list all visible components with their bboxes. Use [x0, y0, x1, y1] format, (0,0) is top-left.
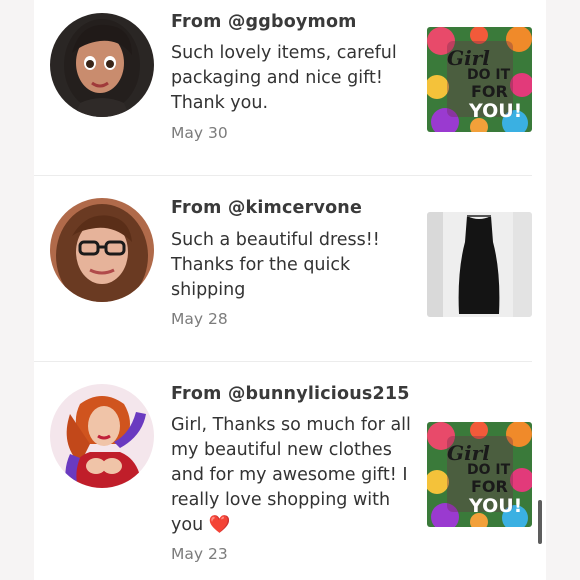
review-card: From @ggboymom Such lovely items, carefu… [50, 0, 532, 176]
art-line4: YOU! [468, 495, 522, 517]
review-username[interactable]: From @ggboymom [171, 12, 357, 32]
item-thumbnail[interactable]: Girl DO IT FOR YOU! [427, 27, 532, 132]
art-line4: YOU! [468, 100, 522, 122]
reviews-panel: From @ggboymom Such lovely items, carefu… [34, 0, 546, 580]
user-avatar[interactable] [50, 384, 154, 488]
review-card: From @bunnylicious215 Girl, Thanks so mu… [50, 362, 532, 580]
scrollbar-thumb[interactable] [538, 500, 542, 544]
review-text: Such a beautiful dress!! Thanks for the … [171, 230, 380, 300]
item-thumbnail[interactable]: Girl DO IT FOR YOU! [427, 422, 532, 527]
review-text: Girl, Thanks so much for all my beautifu… [171, 415, 411, 535]
user-avatar[interactable] [50, 13, 154, 117]
art-line2: DO IT [467, 462, 511, 478]
art-line3: FOR [471, 477, 508, 496]
review-username[interactable]: From @bunnylicious215 [171, 384, 410, 404]
user-avatar[interactable] [50, 198, 154, 302]
review-date: May 23 [171, 545, 228, 563]
art-line3: FOR [471, 82, 508, 101]
review-date: May 30 [171, 124, 228, 142]
review-text: Such lovely items, careful packaging and… [171, 43, 397, 113]
review-date: May 28 [171, 310, 228, 328]
item-thumbnail[interactable] [427, 212, 532, 317]
review-username[interactable]: From @kimcervone [171, 198, 362, 218]
review-card: From @kimcervone Such a beautiful dress!… [50, 176, 532, 362]
art-line2: DO IT [467, 67, 511, 83]
